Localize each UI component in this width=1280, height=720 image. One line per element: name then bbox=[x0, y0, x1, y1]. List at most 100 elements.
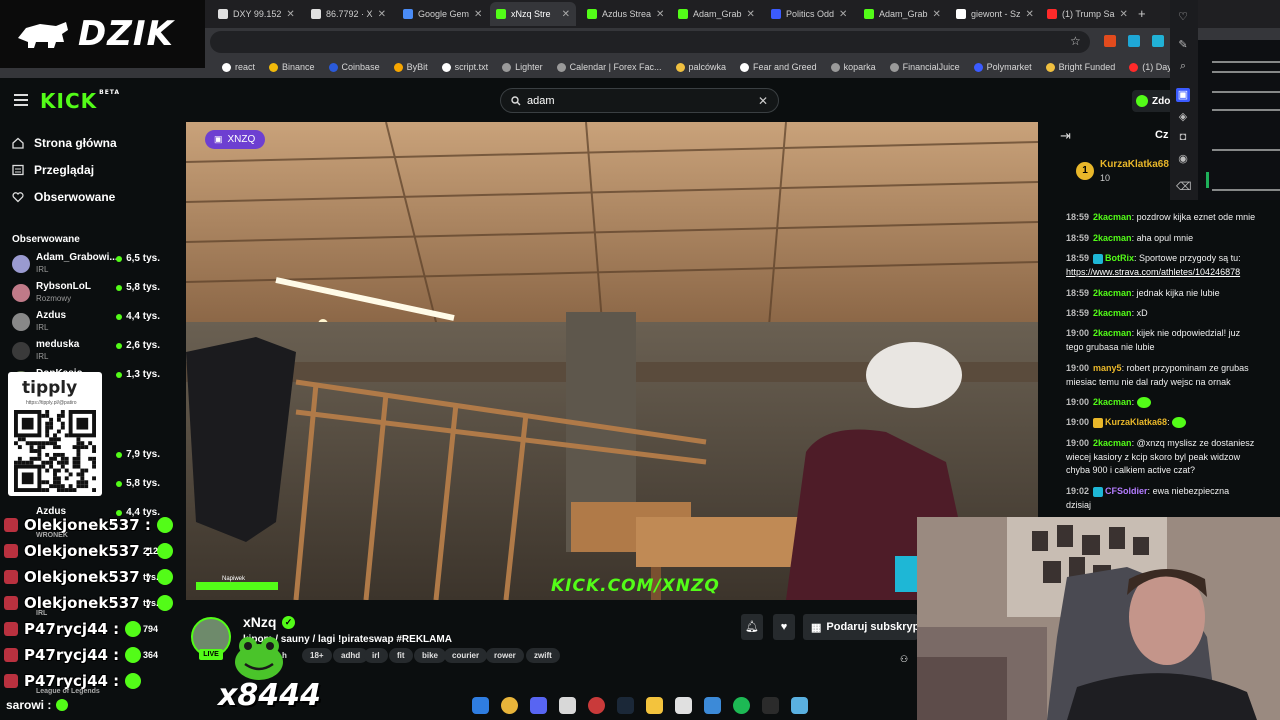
bookmark-item[interactable]: Fear and Greed bbox=[740, 62, 817, 72]
browser-tab[interactable]: Azdus Strea ✕ bbox=[581, 2, 667, 26]
gift-subscription-button[interactable]: ▦ Podaruj subskryp bbox=[803, 614, 918, 640]
bookmark-item[interactable]: ByBit bbox=[393, 62, 428, 72]
menu-icon[interactable] bbox=[14, 94, 28, 106]
address-bar[interactable] bbox=[210, 31, 1090, 53]
lock-icon[interactable]: ◘ bbox=[1176, 131, 1190, 145]
bookmark-item[interactable]: Binance bbox=[269, 62, 315, 72]
chat-username[interactable]: 2kacman bbox=[1093, 328, 1132, 338]
extension-icon[interactable] bbox=[1152, 35, 1164, 47]
eye-icon[interactable]: ◉ bbox=[1176, 152, 1190, 166]
browser-tab[interactable]: (1) Trump Sa ✕ bbox=[1041, 2, 1127, 26]
chat-username[interactable]: 2kacman bbox=[1093, 438, 1132, 448]
browser-tab[interactable]: Adam_Grab ✕ bbox=[672, 2, 760, 26]
channel-badge[interactable]: ▣ XNZQ bbox=[205, 130, 265, 149]
chat-username[interactable]: 2kacman bbox=[1093, 308, 1132, 318]
file-explorer-icon[interactable] bbox=[646, 696, 663, 714]
search-input[interactable]: adam ✕ bbox=[500, 88, 779, 113]
chat-username[interactable]: many5 bbox=[1093, 363, 1122, 373]
app-icon[interactable] bbox=[588, 696, 605, 714]
bookmark-item[interactable]: Coinbase bbox=[328, 62, 380, 72]
nav-browse[interactable]: Przeglądaj bbox=[12, 163, 94, 177]
stream-tag[interactable]: 18+ bbox=[302, 648, 332, 663]
trash-icon[interactable]: ⌫ bbox=[1176, 180, 1192, 194]
close-tab-icon[interactable]: ✕ bbox=[1026, 9, 1034, 20]
browser-tab[interactable]: xNzq Stre ✕ bbox=[490, 2, 576, 26]
close-tab-icon[interactable]: ✕ bbox=[474, 9, 482, 20]
bookmark-star-icon[interactable]: ☆ bbox=[1070, 34, 1081, 48]
discord-icon[interactable] bbox=[530, 696, 547, 714]
nav-home[interactable]: Strona główna bbox=[12, 136, 117, 150]
collapse-chat-icon[interactable]: ⇥ bbox=[1060, 128, 1071, 144]
close-tab-icon[interactable]: ✕ bbox=[933, 9, 941, 20]
start-menu-icon[interactable] bbox=[472, 696, 489, 714]
close-tab-icon[interactable]: ✕ bbox=[562, 9, 570, 20]
close-tab-icon[interactable]: ✕ bbox=[656, 9, 664, 20]
chat-username[interactable]: 2kacman bbox=[1093, 212, 1132, 222]
extension-icon[interactable] bbox=[1104, 35, 1116, 47]
notepad-icon[interactable] bbox=[791, 696, 808, 714]
close-tab-icon[interactable]: ✕ bbox=[747, 9, 755, 20]
browser-tab[interactable]: DXY 99.152 ✕ bbox=[212, 2, 300, 26]
spotify-icon[interactable] bbox=[733, 696, 750, 714]
stream-tag[interactable]: fit bbox=[389, 648, 413, 663]
new-tab-icon[interactable]: + bbox=[1138, 6, 1146, 21]
notification-bell-button[interactable]: 🔔︎ bbox=[741, 614, 763, 640]
streamer-name[interactable]: xNzq bbox=[243, 614, 276, 630]
stream-tag[interactable]: bike bbox=[414, 648, 447, 663]
extension-icon[interactable] bbox=[1128, 35, 1140, 47]
close-tab-icon[interactable]: ✕ bbox=[378, 9, 386, 20]
chrome-icon[interactable] bbox=[501, 696, 518, 714]
chat-username[interactable]: 2kacman bbox=[1093, 233, 1132, 243]
bookmark-item[interactable]: Lighter bbox=[502, 62, 543, 72]
browser-tab[interactable]: giewont - Sz ✕ bbox=[950, 2, 1036, 26]
followed-channel[interactable]: RybsonLoL Rozmowy 5,8 tys. bbox=[12, 281, 172, 307]
bookmark-item[interactable]: koparka bbox=[830, 62, 876, 72]
chat-username[interactable]: 2kacman bbox=[1093, 397, 1132, 407]
bookmark-item[interactable]: palcówka bbox=[675, 62, 726, 72]
browser-tab[interactable]: 86.7792 · X ✕ bbox=[305, 2, 392, 26]
close-tab-icon[interactable]: ✕ bbox=[286, 9, 294, 20]
browser-tab[interactable]: Adam_Grab ✕ bbox=[858, 2, 945, 26]
followed-channel[interactable]: meduska IRL 2,6 tys. bbox=[12, 339, 172, 365]
ccleaner-icon[interactable] bbox=[675, 696, 692, 714]
browser-tab[interactable]: Politics Odd ✕ bbox=[765, 2, 853, 26]
chat-username[interactable]: 2kacman bbox=[1093, 288, 1132, 298]
pen-icon[interactable]: ✎ bbox=[1176, 38, 1190, 52]
close-tab-icon[interactable]: ✕ bbox=[839, 9, 847, 20]
viewer-count: 5,8 tys. bbox=[116, 478, 160, 489]
stream-tag[interactable]: rower bbox=[486, 648, 524, 663]
app-icon[interactable] bbox=[559, 696, 576, 714]
stream-tag[interactable]: irl bbox=[364, 648, 388, 663]
close-tab-icon[interactable]: ✕ bbox=[1120, 9, 1127, 20]
bookmark-item[interactable]: FinancialJuice bbox=[889, 62, 960, 72]
zoom-icon[interactable]: ⌕ bbox=[1176, 60, 1190, 74]
app-icon[interactable] bbox=[762, 696, 779, 714]
stream-tag[interactable]: zwift bbox=[526, 648, 560, 663]
browser-tab[interactable]: Google Gem ✕ bbox=[397, 2, 485, 26]
follow-heart-button[interactable]: ♥ bbox=[773, 614, 795, 640]
kick-logo[interactable]: KICK BETA bbox=[40, 89, 120, 113]
heart-icon[interactable]: ♡ bbox=[1176, 10, 1190, 24]
bookmark-item[interactable]: Polymarket bbox=[973, 62, 1032, 72]
app-icon[interactable] bbox=[704, 696, 721, 714]
layers-icon[interactable]: ◈ bbox=[1176, 110, 1190, 124]
chat-username[interactable]: BotRix bbox=[1105, 253, 1134, 263]
bookmark-item[interactable]: Bright Funded bbox=[1045, 62, 1115, 72]
stream-tag[interactable]: courier bbox=[444, 648, 488, 663]
steam-icon[interactable] bbox=[617, 696, 634, 714]
emote-icon bbox=[56, 699, 69, 711]
chat-username[interactable]: CFSoldier bbox=[1105, 486, 1148, 496]
followed-channel[interactable]: Adam_Grabowi... IRL 6,5 tys. bbox=[12, 252, 172, 278]
chat-username[interactable]: KurzaKlatka68 bbox=[1105, 417, 1167, 427]
bookmark-item[interactable]: Calendar | Forex Fac... bbox=[556, 62, 662, 72]
bookmark-item[interactable]: script.txt bbox=[441, 62, 488, 72]
video-player[interactable] bbox=[186, 122, 1038, 600]
chat-link[interactable]: https://www.strava.com/athletes/10424687… bbox=[1066, 267, 1240, 277]
clear-search-icon[interactable]: ✕ bbox=[758, 94, 768, 108]
followed-channel[interactable]: Azdus IRL 4,4 tys. bbox=[12, 310, 172, 336]
channel-name: Azdus bbox=[36, 310, 66, 321]
lock-icon[interactable]: ▣ bbox=[1176, 88, 1190, 102]
bookmark-item[interactable]: react bbox=[222, 62, 255, 72]
nav-following[interactable]: Obserwowane bbox=[12, 190, 115, 204]
stream-tag[interactable]: adhd bbox=[333, 648, 369, 663]
